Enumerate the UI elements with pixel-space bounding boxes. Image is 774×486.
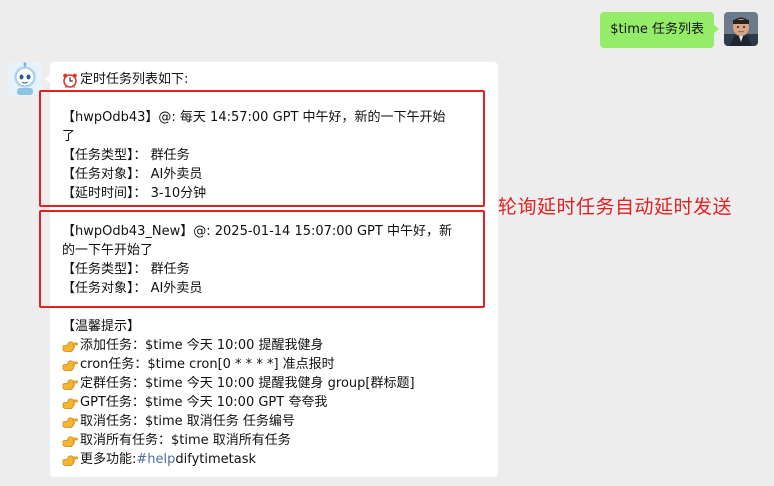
tip-item: 定群任务：$time 今天 10:00 提醒我健身 group[群标题] (62, 374, 488, 393)
task-type: 【任务类型】： 群任务 (62, 148, 190, 163)
pointing-hand-icon (62, 416, 78, 428)
task-item: 【hwpOdb43_New】@: 2025-01-14 15:07:00 GPT… (62, 222, 488, 298)
tip-item: 取消所有任务：$time 取消所有任务 (62, 431, 488, 450)
bot-avatar[interactable] (8, 62, 42, 96)
tip-item: GPT任务：$time 今天 10:00 GPT 夸夸我 (62, 393, 488, 412)
pointing-hand-icon (62, 397, 78, 409)
annotation-label: 轮询延时任务自动延时发送 (498, 196, 733, 218)
outgoing-bubble[interactable]: $time 任务列表 (600, 12, 719, 48)
task-delay: 【延时时间】： 3-10分钟 (62, 186, 207, 201)
outgoing-text: $time 任务列表 (610, 22, 704, 37)
tip-text: 定群任务：$time 今天 10:00 提醒我健身 group[群标题] (80, 376, 415, 391)
help-link[interactable]: #help (136, 450, 175, 469)
pointing-hand-icon (62, 435, 78, 447)
pointing-hand-icon (62, 340, 78, 352)
task-title: 【hwpOdb43】@: 每天 14:57:00 GPT 中午好，新的一下午开始 (62, 110, 446, 125)
pointing-hand-icon (62, 359, 78, 371)
task-title-continued: 了 (62, 129, 76, 144)
more-suffix: difytimetask (175, 452, 257, 467)
tip-item: cron任务：$time cron[0 * * * *] 准点报时 (62, 355, 488, 374)
pointing-hand-icon (62, 378, 78, 390)
list-header: 定时任务列表如下: (62, 70, 488, 89)
incoming-bubble[interactable]: 定时任务列表如下: 【hwpOdb43】@: 每天 14:57:00 GPT 中… (45, 62, 498, 477)
alarm-clock-icon (62, 72, 78, 88)
tip-text: cron任务：$time cron[0 * * * *] 准点报时 (80, 357, 335, 372)
task-title: 【hwpOdb43_New】@: 2025-01-14 15:07:00 GPT… (62, 224, 452, 239)
task-item: 【hwpOdb43】@: 每天 14:57:00 GPT 中午好，新的一下午开始… (62, 108, 488, 203)
tips-title: 【温馨提示】 (62, 319, 141, 334)
task-target: 【任务对象】： AI外卖员 (62, 281, 203, 296)
incoming-message: 定时任务列表如下: 【hwpOdb43】@: 每天 14:57:00 GPT 中… (8, 62, 498, 477)
task-target: 【任务对象】： AI外卖员 (62, 167, 203, 182)
pointing-hand-icon (62, 454, 78, 466)
tip-item: 添加任务：$time 今天 10:00 提醒我健身 (62, 336, 488, 355)
task-type: 【任务类型】： 群任务 (62, 262, 190, 277)
tip-text: 取消所有任务：$time 取消所有任务 (80, 433, 291, 448)
tip-item: 取消任务：$time 取消任务 任务编号 (62, 412, 488, 431)
more-prefix: 更多功能: (80, 452, 137, 467)
tip-item: 更多功能: #help difytimetask (62, 450, 488, 469)
user-avatar[interactable] (724, 12, 758, 46)
task-title-continued: 的一下午开始了 (62, 243, 154, 258)
tip-text: 添加任务：$time 今天 10:00 提醒我健身 (80, 338, 324, 353)
list-header-text: 定时任务列表如下: (80, 72, 189, 87)
outgoing-message: $time 任务列表 (600, 12, 758, 48)
tip-text: 取消任务：$time 取消任务 任务编号 (80, 414, 295, 429)
tip-text: GPT任务：$time 今天 10:00 GPT 夸夸我 (80, 395, 328, 410)
